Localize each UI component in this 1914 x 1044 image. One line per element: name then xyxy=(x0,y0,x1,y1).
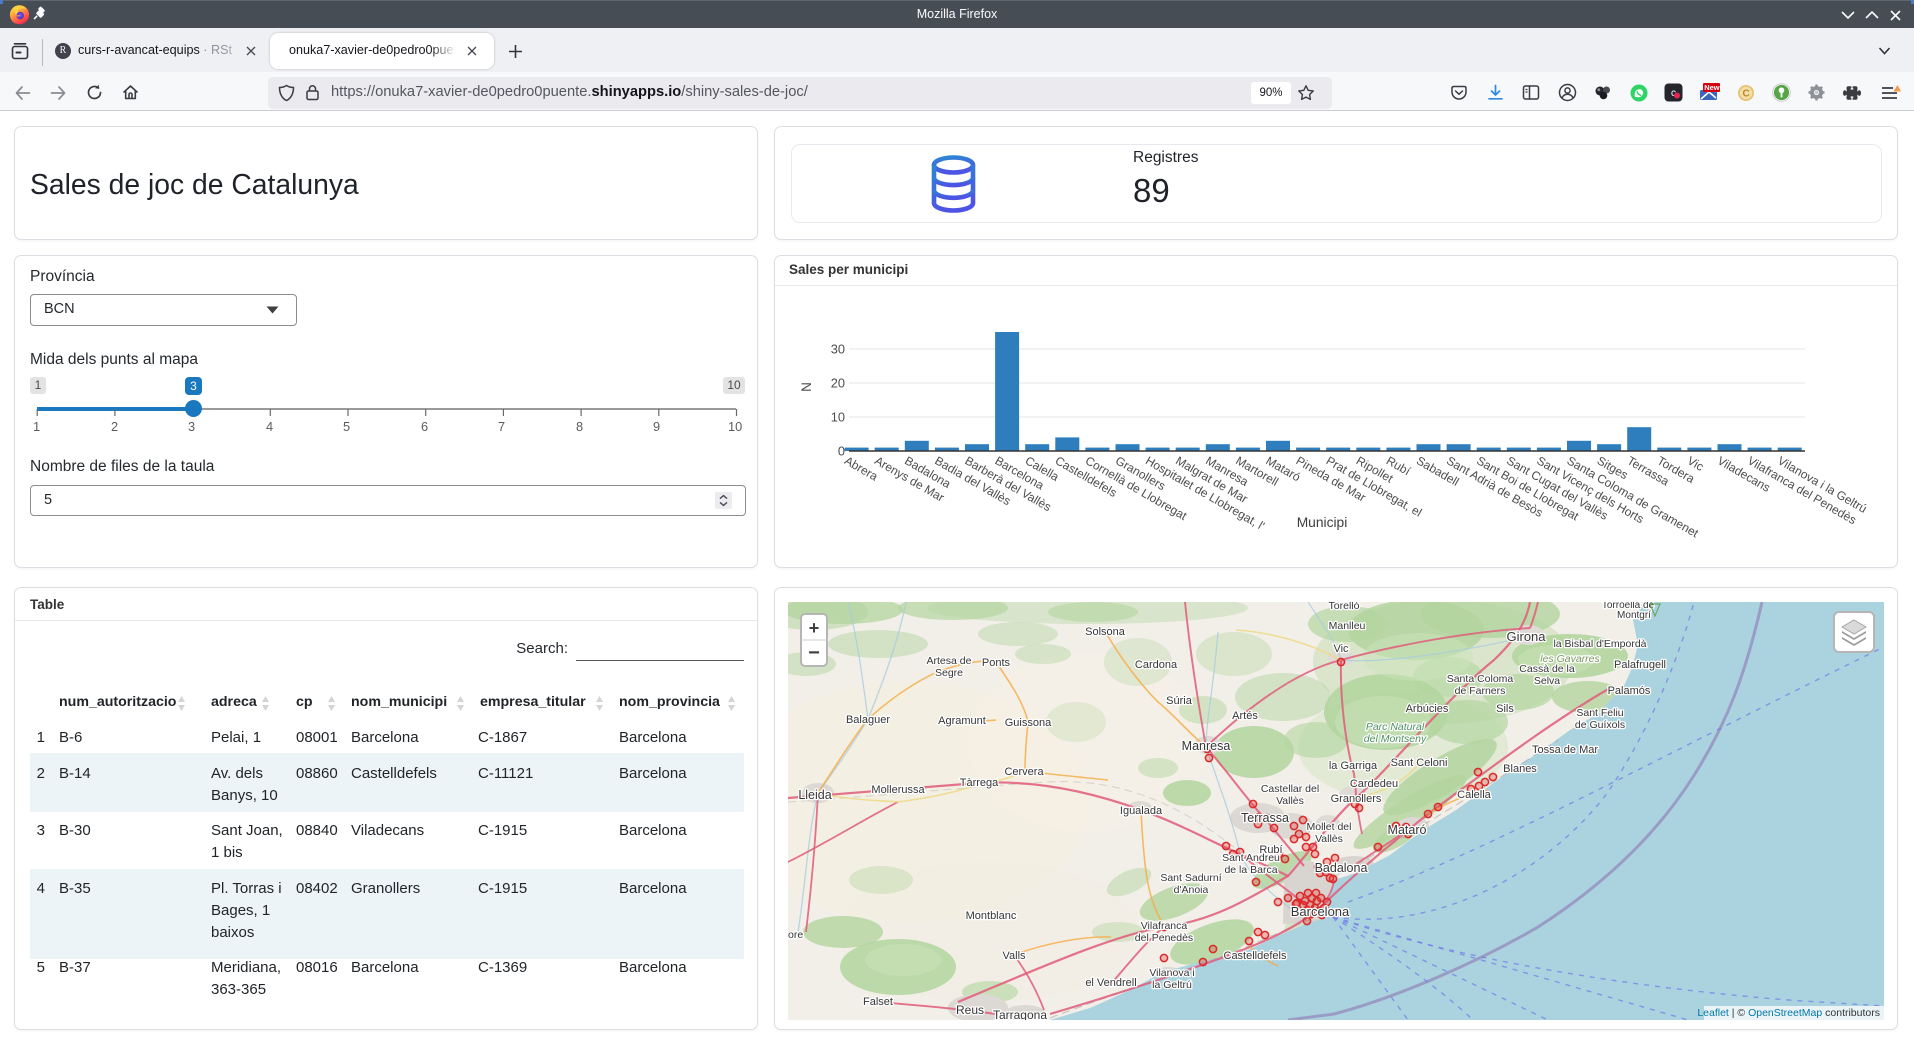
svg-text:de Guíxols: de Guíxols xyxy=(1575,719,1625,731)
svg-text:Sant Celoni: Sant Celoni xyxy=(1391,757,1448,769)
svg-text:Vilanova i: Vilanova i xyxy=(1149,967,1194,979)
svg-text:20: 20 xyxy=(831,376,845,391)
svg-text:Santa Coloma: Santa Coloma xyxy=(1447,673,1514,685)
svg-text:Vilafranca: Vilafranca xyxy=(1141,920,1188,932)
svg-text:New: New xyxy=(1704,83,1720,92)
svg-text:Artesa de: Artesa de xyxy=(927,655,972,667)
svg-text:Municipi: Municipi xyxy=(1297,515,1348,530)
svg-text:Manresa: Manresa xyxy=(1182,739,1231,753)
svg-text:Badalona: Badalona xyxy=(1315,861,1368,875)
svg-text:Abrera: Abrera xyxy=(842,453,880,483)
svg-text:el Vendrell: el Vendrell xyxy=(1085,977,1136,989)
svg-text:Vallès: Vallès xyxy=(1315,833,1343,845)
svg-text:Tàrrega: Tàrrega xyxy=(960,777,999,789)
svg-text:Castelldefels: Castelldefels xyxy=(1224,950,1287,962)
svg-text:Montgrí: Montgrí xyxy=(1617,610,1651,621)
svg-text:Barcelona: Barcelona xyxy=(1291,904,1350,919)
svg-text:Artés: Artés xyxy=(1232,710,1258,722)
svg-text:Segre: Segre xyxy=(935,667,963,679)
svg-text:ore: ore xyxy=(788,929,803,941)
svg-text:Castellar del: Castellar del xyxy=(1261,783,1319,795)
svg-text:Selva: Selva xyxy=(1534,675,1560,687)
svg-text:Palamós: Palamós xyxy=(1608,685,1651,697)
svg-text:Leaflet | © OpenStreetMap cont: Leaflet | © OpenStreetMap contributors xyxy=(1697,1007,1880,1019)
svg-text:Súria: Súria xyxy=(1166,695,1193,707)
svg-text:la Geltrú: la Geltrú xyxy=(1152,979,1192,991)
svg-text:la Garriga: la Garriga xyxy=(1329,760,1378,772)
svg-text:les Gavarres: les Gavarres xyxy=(1540,653,1600,665)
svg-text:Cervera: Cervera xyxy=(1004,766,1044,778)
svg-text:Parc Natural: Parc Natural xyxy=(1366,721,1425,733)
svg-text:Lleida: Lleida xyxy=(798,788,831,802)
svg-text:Vic: Vic xyxy=(1333,643,1349,655)
svg-text:Sant Sadurní: Sant Sadurní xyxy=(1160,872,1221,884)
svg-text:Palafrugell: Palafrugell xyxy=(1614,659,1666,671)
svg-text:de Farners: de Farners xyxy=(1455,685,1506,697)
svg-text:Montblanc: Montblanc xyxy=(966,910,1017,922)
svg-text:30: 30 xyxy=(831,342,845,357)
svg-text:Tarragona: Tarragona xyxy=(993,1008,1047,1020)
svg-text:N: N xyxy=(799,382,814,392)
svg-text:Cardona: Cardona xyxy=(1135,659,1178,671)
svg-text:del Penedès: del Penedès xyxy=(1135,932,1193,944)
svg-text:la Bisbal d'Empordà: la Bisbal d'Empordà xyxy=(1553,638,1646,650)
svg-text:Igualada: Igualada xyxy=(1120,805,1163,817)
svg-text:Mollet del: Mollet del xyxy=(1307,821,1352,833)
svg-text:Ponts: Ponts xyxy=(982,657,1011,669)
svg-text:Reus: Reus xyxy=(956,1003,984,1017)
svg-text:de la Barca: de la Barca xyxy=(1224,864,1277,876)
svg-text:Arbúcies: Arbúcies xyxy=(1406,703,1449,715)
svg-text:Solsona: Solsona xyxy=(1085,626,1126,638)
svg-text:Torelló: Torelló xyxy=(1329,602,1360,612)
svg-text:Granollers: Granollers xyxy=(1331,793,1382,805)
svg-text:Vallès: Vallès xyxy=(1276,795,1304,807)
svg-text:+: + xyxy=(809,618,820,638)
svg-text:Blanes: Blanes xyxy=(1503,763,1537,775)
svg-text:C: C xyxy=(1743,89,1750,100)
svg-text:Calella: Calella xyxy=(1457,789,1492,801)
svg-text:Falset: Falset xyxy=(863,996,893,1008)
svg-text:Valls: Valls xyxy=(1002,950,1026,962)
svg-text:Guissona: Guissona xyxy=(1005,717,1052,729)
svg-text:0: 0 xyxy=(838,444,845,459)
svg-text:Mollerussa: Mollerussa xyxy=(871,784,925,796)
svg-text:Manlleu: Manlleu xyxy=(1329,620,1366,632)
svg-text:Mataró: Mataró xyxy=(1388,823,1427,837)
svg-text:Sils: Sils xyxy=(1496,703,1514,715)
svg-text:d'Anoia: d'Anoia xyxy=(1174,884,1209,896)
svg-text:Sant Andreu: Sant Andreu xyxy=(1222,852,1280,864)
svg-text:10: 10 xyxy=(831,410,845,425)
svg-text:Balaguer: Balaguer xyxy=(846,714,890,726)
svg-text:Girona: Girona xyxy=(1506,629,1546,644)
svg-text:Terrassa: Terrassa xyxy=(1241,811,1289,825)
svg-text:Tossa de Mar: Tossa de Mar xyxy=(1532,744,1598,756)
svg-text:Cardedeu: Cardedeu xyxy=(1350,778,1398,790)
svg-text:del Montseny: del Montseny xyxy=(1364,733,1427,745)
svg-text:−: − xyxy=(808,642,820,664)
svg-text:Sant Feliu: Sant Feliu xyxy=(1576,707,1623,719)
svg-text:Agramunt: Agramunt xyxy=(938,715,986,727)
